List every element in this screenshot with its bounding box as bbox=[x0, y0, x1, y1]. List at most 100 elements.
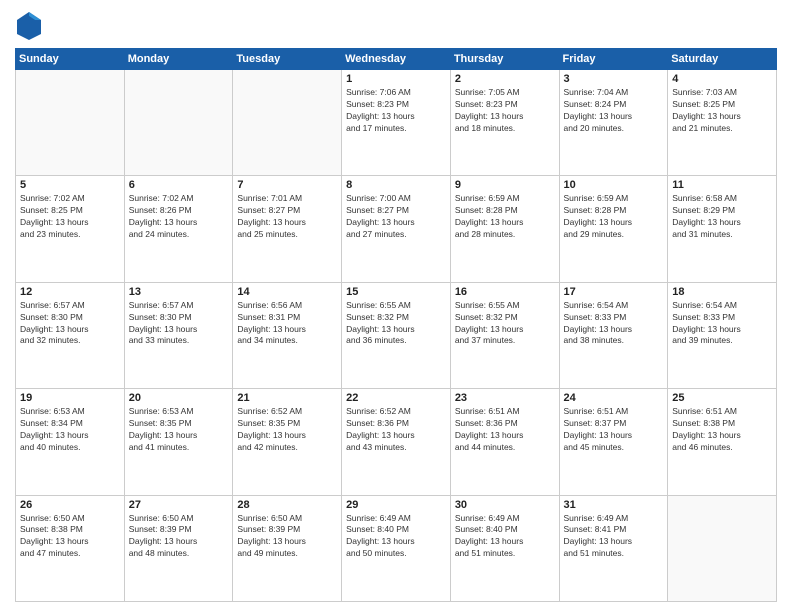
day-info: Sunrise: 6:52 AM Sunset: 8:35 PM Dayligh… bbox=[237, 406, 337, 454]
weekday-header-monday: Monday bbox=[124, 49, 233, 70]
day-info: Sunrise: 6:59 AM Sunset: 8:28 PM Dayligh… bbox=[455, 193, 555, 241]
calendar-cell bbox=[124, 70, 233, 176]
day-info: Sunrise: 6:50 AM Sunset: 8:39 PM Dayligh… bbox=[237, 513, 337, 561]
day-number: 22 bbox=[346, 392, 446, 404]
day-info: Sunrise: 6:49 AM Sunset: 8:40 PM Dayligh… bbox=[455, 513, 555, 561]
day-number: 25 bbox=[672, 392, 772, 404]
calendar-cell: 22 Sunrise: 6:52 AM Sunset: 8:36 PM Dayli… bbox=[342, 389, 451, 495]
day-info: Sunrise: 7:02 AM Sunset: 8:26 PM Dayligh… bbox=[129, 193, 229, 241]
day-number: 17 bbox=[564, 286, 664, 298]
day-number: 23 bbox=[455, 392, 555, 404]
calendar-cell: 12 Sunrise: 6:57 AM Sunset: 8:30 PM Dayli… bbox=[16, 282, 125, 388]
day-number: 14 bbox=[237, 286, 337, 298]
day-info: Sunrise: 6:50 AM Sunset: 8:38 PM Dayligh… bbox=[20, 513, 120, 561]
day-info: Sunrise: 6:51 AM Sunset: 8:38 PM Dayligh… bbox=[672, 406, 772, 454]
calendar-cell: 31Sunrise: 6:49 AM Sunset: 8:41 PM Dayli… bbox=[559, 495, 668, 601]
calendar-cell: 11 Sunrise: 6:58 AM Sunset: 8:29 PM Dayli… bbox=[668, 176, 777, 282]
header bbox=[15, 10, 777, 42]
day-number: 15 bbox=[346, 286, 446, 298]
day-info: Sunrise: 6:53 AM Sunset: 8:35 PM Dayligh… bbox=[129, 406, 229, 454]
calendar-cell: 24 Sunrise: 6:51 AM Sunset: 8:37 PM Dayli… bbox=[559, 389, 668, 495]
weekday-header-saturday: Saturday bbox=[668, 49, 777, 70]
calendar-cell: 13 Sunrise: 6:57 AM Sunset: 8:30 PM Dayli… bbox=[124, 282, 233, 388]
calendar-cell: 27 Sunrise: 6:50 AM Sunset: 8:39 PM Dayli… bbox=[124, 495, 233, 601]
weekday-header-tuesday: Tuesday bbox=[233, 49, 342, 70]
calendar-cell bbox=[16, 70, 125, 176]
day-info: Sunrise: 6:57 AM Sunset: 8:30 PM Dayligh… bbox=[20, 300, 120, 348]
day-number: 3 bbox=[564, 73, 664, 85]
day-number: 19 bbox=[20, 392, 120, 404]
day-number: 18 bbox=[672, 286, 772, 298]
day-info: Sunrise: 6:51 AM Sunset: 8:36 PM Dayligh… bbox=[455, 406, 555, 454]
day-info: Sunrise: 6:49 AM Sunset: 8:41 PM Dayligh… bbox=[564, 513, 664, 561]
calendar-week-3: 12 Sunrise: 6:57 AM Sunset: 8:30 PM Dayli… bbox=[16, 282, 777, 388]
calendar-cell: 26 Sunrise: 6:50 AM Sunset: 8:38 PM Dayli… bbox=[16, 495, 125, 601]
day-info: Sunrise: 6:50 AM Sunset: 8:39 PM Dayligh… bbox=[129, 513, 229, 561]
day-number: 10 bbox=[564, 179, 664, 191]
day-info: Sunrise: 7:05 AM Sunset: 8:23 PM Dayligh… bbox=[455, 87, 555, 135]
calendar-cell: 30 Sunrise: 6:49 AM Sunset: 8:40 PM Dayli… bbox=[450, 495, 559, 601]
calendar-cell: 21 Sunrise: 6:52 AM Sunset: 8:35 PM Dayli… bbox=[233, 389, 342, 495]
day-number: 30 bbox=[455, 499, 555, 511]
calendar-cell: 25 Sunrise: 6:51 AM Sunset: 8:38 PM Dayli… bbox=[668, 389, 777, 495]
calendar-cell: 14 Sunrise: 6:56 AM Sunset: 8:31 PM Dayli… bbox=[233, 282, 342, 388]
day-info: Sunrise: 7:00 AM Sunset: 8:27 PM Dayligh… bbox=[346, 193, 446, 241]
calendar-cell: 9 Sunrise: 6:59 AM Sunset: 8:28 PM Daylig… bbox=[450, 176, 559, 282]
calendar-cell: 23 Sunrise: 6:51 AM Sunset: 8:36 PM Dayli… bbox=[450, 389, 559, 495]
weekday-header-friday: Friday bbox=[559, 49, 668, 70]
day-number: 8 bbox=[346, 179, 446, 191]
day-number: 6 bbox=[129, 179, 229, 191]
calendar-cell: 16 Sunrise: 6:55 AM Sunset: 8:32 PM Dayli… bbox=[450, 282, 559, 388]
day-number: 27 bbox=[129, 499, 229, 511]
day-info: Sunrise: 7:06 AM Sunset: 8:23 PM Dayligh… bbox=[346, 87, 446, 135]
day-info: Sunrise: 6:52 AM Sunset: 8:36 PM Dayligh… bbox=[346, 406, 446, 454]
calendar-cell: 19 Sunrise: 6:53 AM Sunset: 8:34 PM Dayli… bbox=[16, 389, 125, 495]
calendar-cell: 3 Sunrise: 7:04 AM Sunset: 8:24 PM Daylig… bbox=[559, 70, 668, 176]
calendar-cell: 28 Sunrise: 6:50 AM Sunset: 8:39 PM Dayli… bbox=[233, 495, 342, 601]
calendar-week-1: 1 Sunrise: 7:06 AM Sunset: 8:23 PM Daylig… bbox=[16, 70, 777, 176]
logo bbox=[15, 10, 47, 42]
day-number: 20 bbox=[129, 392, 229, 404]
day-info: Sunrise: 6:49 AM Sunset: 8:40 PM Dayligh… bbox=[346, 513, 446, 561]
day-number: 13 bbox=[129, 286, 229, 298]
calendar-cell: 20 Sunrise: 6:53 AM Sunset: 8:35 PM Dayli… bbox=[124, 389, 233, 495]
day-info: Sunrise: 6:58 AM Sunset: 8:29 PM Dayligh… bbox=[672, 193, 772, 241]
calendar-week-2: 5Sunrise: 7:02 AM Sunset: 8:25 PM Daylig… bbox=[16, 176, 777, 282]
day-number: 21 bbox=[237, 392, 337, 404]
calendar-cell: 15 Sunrise: 6:55 AM Sunset: 8:32 PM Dayli… bbox=[342, 282, 451, 388]
day-info: Sunrise: 6:53 AM Sunset: 8:34 PM Dayligh… bbox=[20, 406, 120, 454]
day-info: Sunrise: 6:54 AM Sunset: 8:33 PM Dayligh… bbox=[564, 300, 664, 348]
day-number: 29 bbox=[346, 499, 446, 511]
day-number: 26 bbox=[20, 499, 120, 511]
day-number: 2 bbox=[455, 73, 555, 85]
page: SundayMondayTuesdayWednesdayThursdayFrid… bbox=[0, 0, 792, 612]
day-info: Sunrise: 6:57 AM Sunset: 8:30 PM Dayligh… bbox=[129, 300, 229, 348]
day-info: Sunrise: 6:56 AM Sunset: 8:31 PM Dayligh… bbox=[237, 300, 337, 348]
day-number: 16 bbox=[455, 286, 555, 298]
day-number: 7 bbox=[237, 179, 337, 191]
calendar-cell: 18 Sunrise: 6:54 AM Sunset: 8:33 PM Dayli… bbox=[668, 282, 777, 388]
calendar-cell: 6 Sunrise: 7:02 AM Sunset: 8:26 PM Daylig… bbox=[124, 176, 233, 282]
calendar-cell: 4Sunrise: 7:03 AM Sunset: 8:25 PM Daylig… bbox=[668, 70, 777, 176]
day-number: 11 bbox=[672, 179, 772, 191]
calendar-cell: 1 Sunrise: 7:06 AM Sunset: 8:23 PM Daylig… bbox=[342, 70, 451, 176]
day-number: 9 bbox=[455, 179, 555, 191]
day-number: 12 bbox=[20, 286, 120, 298]
calendar-cell: 7 Sunrise: 7:01 AM Sunset: 8:27 PM Daylig… bbox=[233, 176, 342, 282]
weekday-header-row: SundayMondayTuesdayWednesdayThursdayFrid… bbox=[16, 49, 777, 70]
day-number: 28 bbox=[237, 499, 337, 511]
calendar-cell: 29 Sunrise: 6:49 AM Sunset: 8:40 PM Dayli… bbox=[342, 495, 451, 601]
day-info: Sunrise: 7:01 AM Sunset: 8:27 PM Dayligh… bbox=[237, 193, 337, 241]
weekday-header-wednesday: Wednesday bbox=[342, 49, 451, 70]
day-info: Sunrise: 6:55 AM Sunset: 8:32 PM Dayligh… bbox=[346, 300, 446, 348]
calendar-cell bbox=[668, 495, 777, 601]
calendar-cell: 8 Sunrise: 7:00 AM Sunset: 8:27 PM Daylig… bbox=[342, 176, 451, 282]
day-info: Sunrise: 6:54 AM Sunset: 8:33 PM Dayligh… bbox=[672, 300, 772, 348]
day-info: Sunrise: 6:51 AM Sunset: 8:37 PM Dayligh… bbox=[564, 406, 664, 454]
day-info: Sunrise: 6:55 AM Sunset: 8:32 PM Dayligh… bbox=[455, 300, 555, 348]
calendar-cell: 17 Sunrise: 6:54 AM Sunset: 8:33 PM Dayli… bbox=[559, 282, 668, 388]
calendar-cell: 2 Sunrise: 7:05 AM Sunset: 8:23 PM Daylig… bbox=[450, 70, 559, 176]
day-number: 1 bbox=[346, 73, 446, 85]
day-number: 24 bbox=[564, 392, 664, 404]
day-info: Sunrise: 7:04 AM Sunset: 8:24 PM Dayligh… bbox=[564, 87, 664, 135]
